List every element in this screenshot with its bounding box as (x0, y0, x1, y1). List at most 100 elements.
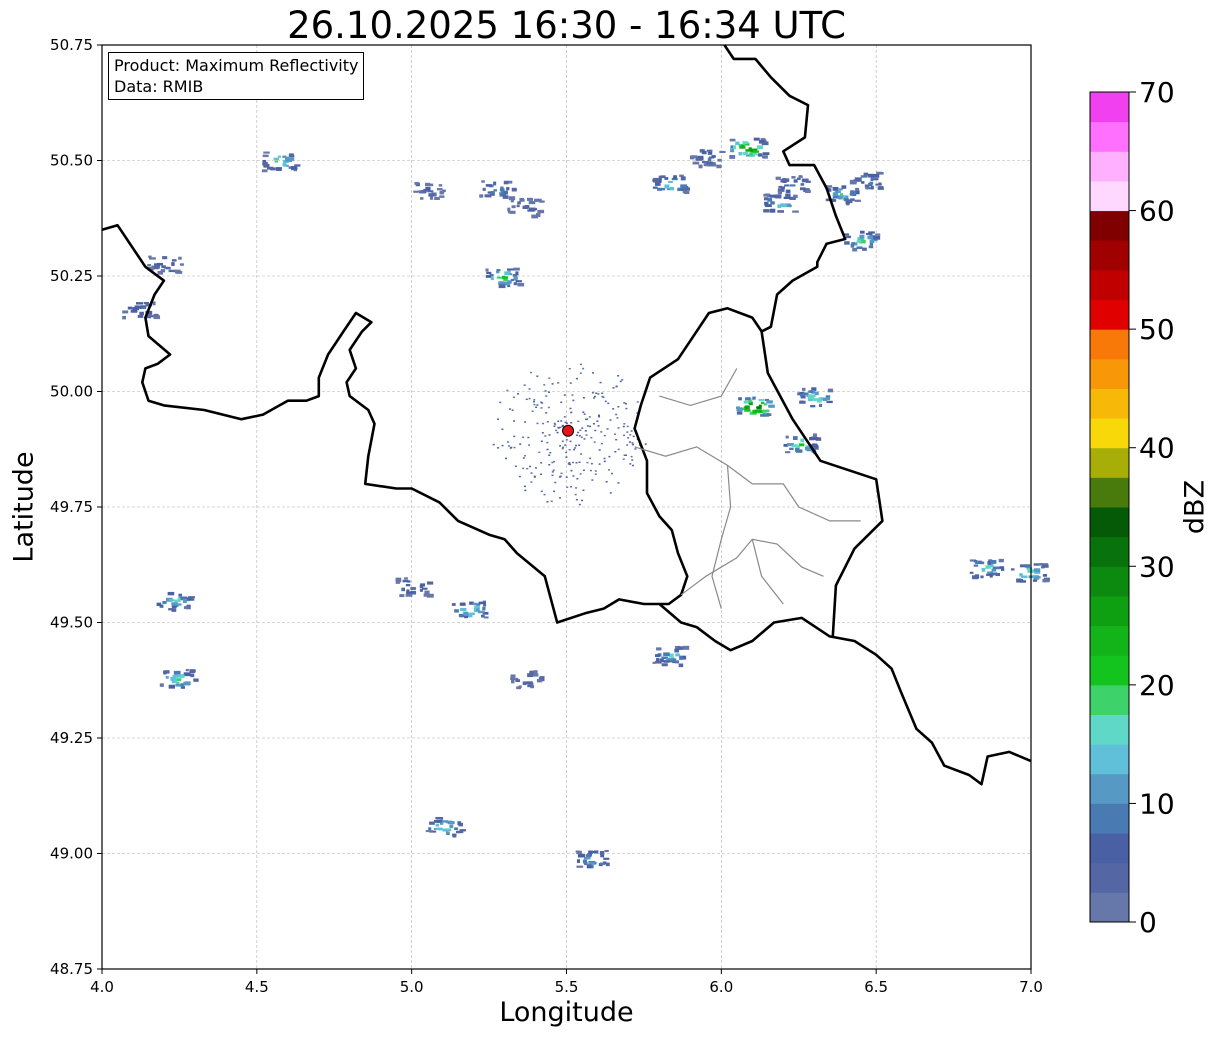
clutter-pixel (580, 436, 583, 439)
clutter-pixel (626, 425, 629, 428)
colorbar-label: dBZ (1179, 479, 1211, 535)
echo-cell (510, 670, 545, 690)
echo-pixel (1019, 573, 1023, 577)
echo-pixel (716, 164, 722, 169)
echo-pixel (438, 827, 443, 831)
clutter-pixel (600, 431, 603, 433)
clutter-pixel (617, 405, 620, 408)
echo-pixel (511, 187, 517, 192)
echo-pixel (695, 157, 703, 161)
clutter-pixel (561, 425, 564, 428)
clutter-pixel (540, 462, 543, 464)
echo-pixel (770, 208, 776, 213)
echo-pixel (864, 184, 870, 188)
clutter-pixel (553, 425, 556, 427)
colorbar-segment (1090, 536, 1129, 567)
clutter-pixel (615, 413, 618, 416)
echo-pixel (536, 678, 543, 683)
clutter-pixel (613, 433, 616, 436)
clutter-pixel (597, 414, 600, 417)
echo-pixel (878, 186, 883, 190)
x-tick-label: 6.5 (864, 978, 888, 996)
echo-pixel (785, 435, 789, 439)
echo-pixel (826, 400, 833, 404)
echo-cell (849, 171, 884, 191)
colorbar-segment (1090, 744, 1129, 775)
clutter-pixel (525, 398, 528, 401)
echo-pixel (429, 196, 434, 200)
clutter-pixel (593, 441, 596, 443)
echo-pixel (179, 263, 184, 266)
colorbar-segment (1090, 477, 1129, 508)
echo-pixel (130, 309, 136, 313)
colorbar-segment (1090, 892, 1129, 923)
echo-pixel (427, 190, 434, 193)
echo-pixel (172, 674, 180, 678)
echo-pixel (763, 197, 769, 201)
echo-pixel (413, 190, 419, 193)
echo-pixel (518, 685, 522, 688)
echo-pixel (807, 394, 815, 399)
echo-pixel (485, 184, 492, 187)
echo-pixel (799, 393, 806, 397)
colorbar-segment (1090, 595, 1129, 627)
echo-pixel (457, 831, 464, 834)
echo-pixel (852, 247, 858, 252)
colorbar: 0 10 20 30 40 50 60 70 (1089, 76, 1175, 939)
echo-pixel (406, 589, 410, 593)
echo-pixel (768, 404, 775, 408)
echo-pixel (825, 395, 831, 398)
echo-pixel (841, 185, 847, 189)
echo-pixel (869, 239, 875, 244)
echo-pixel (652, 661, 656, 664)
colorbar-segment (1090, 121, 1129, 152)
clutter-pixel (570, 411, 573, 414)
echo-pixel (756, 406, 760, 409)
clutter-pixel (541, 422, 544, 425)
clutter-pixel (572, 461, 575, 464)
echo-pixel (1024, 564, 1031, 568)
echo-cell (969, 558, 1005, 580)
clutter-pixel (609, 419, 612, 421)
clutter-pixel (581, 427, 584, 429)
colorbar-segment (1090, 655, 1129, 686)
echo-pixel (422, 587, 428, 590)
echo-cell (775, 175, 811, 195)
clutter-pixel (586, 425, 589, 427)
echo-pixel (799, 187, 806, 191)
gridlines (101, 44, 1032, 970)
clutter-pixel (540, 407, 543, 409)
echo-pixel (980, 575, 984, 579)
echo-pixel (665, 657, 673, 660)
clutter-pixel (576, 477, 579, 480)
echo-pixel (457, 821, 461, 826)
clutter-pixel (598, 449, 601, 451)
clutter-pixel (513, 420, 516, 422)
echo-pixel (261, 169, 268, 173)
echo-pixel (678, 646, 684, 650)
echo-pixel (1033, 568, 1041, 573)
clutter-pixel (589, 469, 592, 472)
clutter-pixel (632, 435, 635, 438)
clutter-pixel (632, 464, 635, 467)
info-product: Product: Maximum Reflectivity (114, 56, 359, 75)
clutter-pixel (631, 442, 634, 444)
echo-pixel (783, 196, 790, 200)
echo-pixel (165, 676, 169, 679)
echo-pixel (844, 241, 850, 245)
echo-pixel (753, 137, 760, 141)
clutter-pixel (543, 493, 546, 496)
clutter-pixel (528, 388, 531, 390)
colorbar-tick-label: 40 (1139, 432, 1175, 465)
clutter-pixel (526, 467, 529, 470)
echo-pixel (582, 859, 588, 864)
clutter-pixel (513, 435, 516, 438)
echo-pixel (859, 234, 865, 239)
echo-pixel (167, 591, 175, 596)
clutter-pixel (504, 457, 507, 460)
echo-pixel (795, 448, 800, 452)
echo-pixel (770, 194, 776, 198)
y-tick-label: 49.50 (50, 614, 93, 632)
echo-pixel (273, 157, 280, 160)
echo-pixel (442, 189, 446, 192)
